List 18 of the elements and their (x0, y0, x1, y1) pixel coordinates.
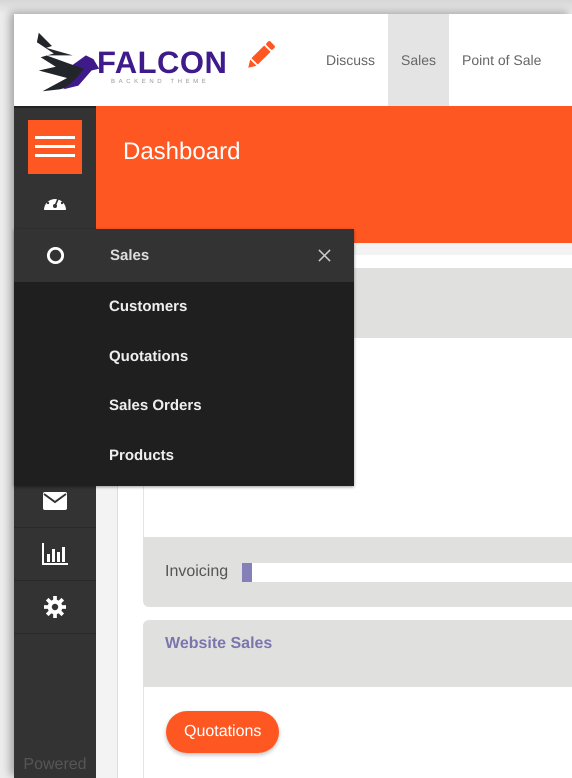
flyout-menu-item[interactable]: Products (14, 430, 354, 480)
invoicing-label: Invoicing (165, 563, 228, 581)
close-icon[interactable] (318, 249, 331, 262)
website-sales-title: Website Sales (165, 635, 272, 652)
flyout-title: Sales (110, 247, 150, 264)
flyout-menu-item[interactable]: Customers (14, 282, 354, 332)
mail-icon[interactable] (43, 492, 67, 510)
page-title: Dashboard (123, 138, 240, 166)
falcon-logo-icon (35, 32, 101, 92)
flyout-menu-item[interactable]: Quotations (14, 332, 354, 381)
flyout-menu-item[interactable]: Sales Orders (14, 381, 354, 430)
menu-button[interactable] (28, 120, 82, 174)
nav-tab[interactable]: Sales (388, 14, 450, 106)
bar-chart-icon[interactable] (42, 543, 68, 565)
brand-name: FALCON (97, 48, 228, 78)
nav-tab[interactable]: Point of Sale (449, 14, 554, 106)
nav-tab[interactable]: Discuss (313, 14, 388, 106)
circle-icon[interactable] (46, 246, 65, 265)
